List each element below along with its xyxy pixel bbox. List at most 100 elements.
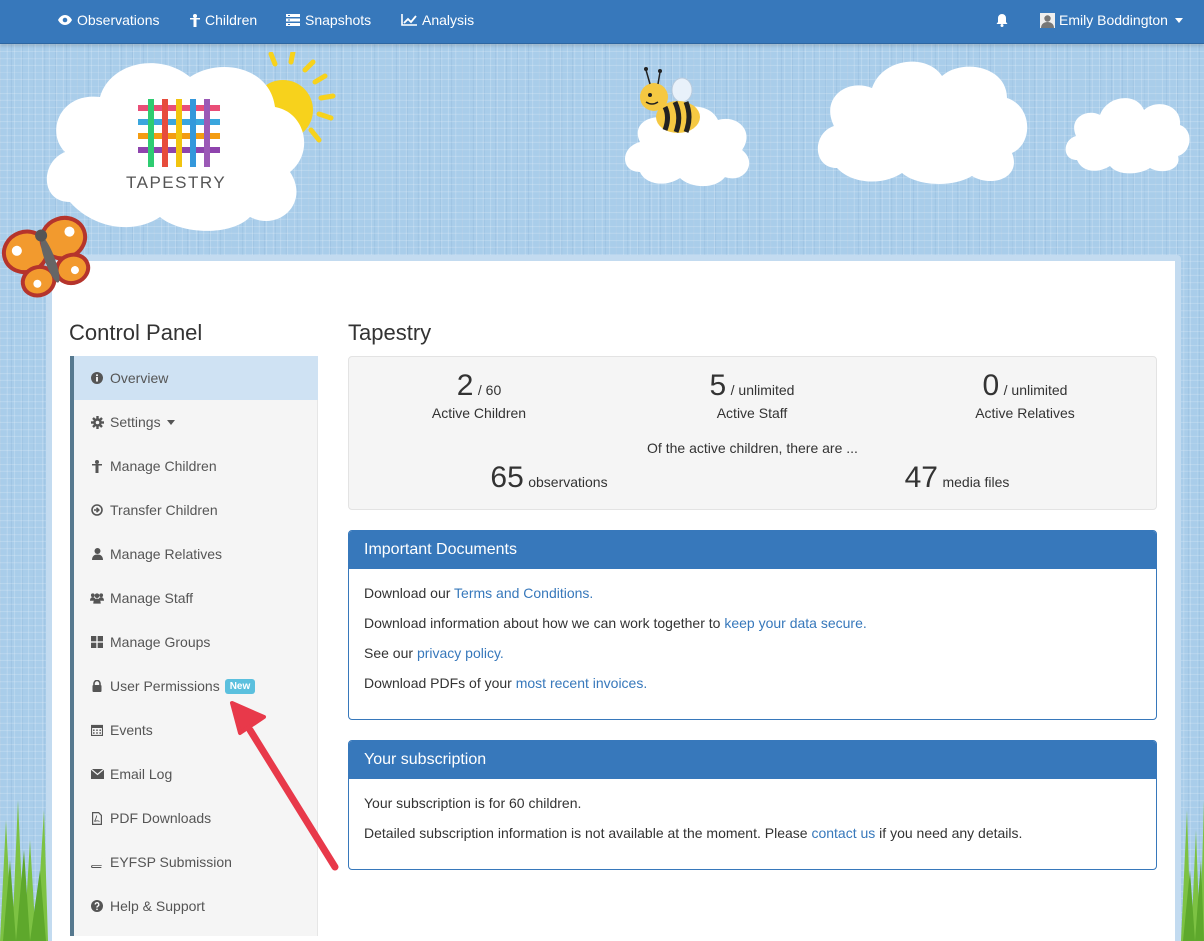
caret-down-icon (166, 419, 175, 425)
sidebar-item-manage-groups[interactable]: Manage Groups (74, 620, 318, 664)
calendar-icon (91, 724, 103, 736)
important-documents-card: Important Documents Download our Terms a… (348, 530, 1157, 720)
card-body: Download our Terms and Conditions. Downl… (349, 569, 1156, 691)
grass-right (1181, 800, 1204, 941)
stat-observations: 65 observations (449, 461, 649, 495)
stat-label: Active Children (431, 405, 527, 421)
stat-active-children: 2 / 60 Active Children (379, 369, 579, 421)
stat-label: Active Staff (716, 405, 788, 421)
sidebar-item-label: Manage Groups (110, 634, 211, 650)
grid-icon (91, 636, 103, 648)
nav-observations[interactable]: Observations (58, 0, 159, 40)
card-title: Your subscription (349, 741, 1156, 779)
caret-down-icon (1174, 17, 1183, 23)
stats-note: Of the active children, there are ... (647, 440, 858, 456)
stat-limit: / 60 (477, 382, 502, 398)
invoices-link[interactable]: most recent invoices. (516, 675, 648, 691)
bell-icon (996, 14, 1008, 27)
privacy-policy-link[interactable]: privacy policy. (417, 645, 504, 661)
users-icon (90, 593, 104, 604)
stat-active-relatives: 0 / unlimited Active Relatives (925, 369, 1125, 421)
doc-line: Download our Terms and Conditions. (364, 585, 594, 601)
bee-illustration (625, 67, 750, 187)
subscription-line: Detailed subscription information is not… (364, 825, 1023, 841)
sidebar-item-label: Manage Staff (110, 590, 194, 606)
sidebar-item-help-support[interactable]: Help & Support (74, 884, 318, 928)
tapestry-weave-icon (138, 99, 220, 167)
sidebar-item-label: EYFSP Submission (110, 854, 232, 870)
sidebar-item-label: Email Log (110, 766, 173, 782)
line-chart-icon (401, 14, 417, 26)
envelope-icon (90, 769, 104, 779)
page-title: Tapestry (348, 320, 432, 345)
stats-well: 2 / 60 Active Children 5 / unlimited Act… (348, 356, 1157, 510)
sidebar-item-manage-staff[interactable]: Manage Staff (74, 576, 318, 620)
card-title: Important Documents (349, 531, 1156, 569)
gear-icon (90, 415, 104, 429)
child-icon (92, 459, 102, 473)
sidebar-item-label: Transfer Children (110, 502, 218, 518)
sidebar-item-label: Help & Support (110, 898, 205, 914)
stat-value: 5 (709, 369, 727, 402)
arrow-circle-icon (91, 504, 103, 516)
cloud-far-right (1065, 98, 1190, 174)
sidebar-item-label: Manage Relatives (110, 546, 223, 562)
sidebar-item-label: PDF Downloads (110, 810, 212, 826)
sidebar-item-settings[interactable]: Settings (74, 400, 318, 444)
subscription-line: Your subscription is for 60 children. (364, 795, 582, 811)
avatar (1040, 12, 1055, 28)
subscription-card: Your subscription Your subscription is f… (348, 740, 1157, 870)
user-icon (91, 548, 103, 560)
stat-value: 2 (456, 369, 474, 402)
sidebar-item-label: Overview (110, 370, 169, 386)
nav-analysis[interactable]: Analysis (401, 0, 474, 40)
annotation-arrow (230, 701, 339, 871)
stat-active-staff: 5 / unlimited Active Staff (652, 369, 852, 421)
sidebar-item-label: Manage Children (110, 458, 217, 474)
nav-snapshots[interactable]: Snapshots (286, 0, 371, 40)
grass-left (0, 800, 48, 941)
sidebar-item-manage-relatives[interactable]: Manage Relatives (74, 532, 318, 576)
doc-line: Download PDFs of your most recent invoic… (364, 675, 648, 691)
stat-label: observations (528, 474, 608, 490)
card-body: Your subscription is for 60 children. De… (349, 779, 1156, 841)
sidebar-item-label: Events (110, 722, 153, 738)
new-badge: New (224, 678, 256, 694)
stat-value: 65 (490, 461, 524, 494)
stat-limit: / unlimited (730, 382, 795, 398)
contact-us-link[interactable]: contact us (811, 825, 875, 841)
list-icon (286, 14, 300, 26)
stat-value: 47 (904, 461, 938, 494)
user-menu[interactable]: Emily Boddington (1040, 0, 1188, 40)
data-security-link[interactable]: keep your data secure. (724, 615, 866, 631)
sidebar-item-label: User Permissions (110, 678, 220, 694)
stat-limit: / unlimited (1003, 382, 1068, 398)
tapestry-logo[interactable]: TAPESTRY (120, 95, 240, 205)
nav-children[interactable]: Children (190, 0, 257, 40)
doc-line: See our privacy policy. (364, 645, 504, 661)
doc-line: Download information about how we can wo… (364, 615, 867, 631)
pdf-file-icon (92, 811, 102, 825)
lock-icon (92, 680, 102, 692)
butterfly-illustration (1, 215, 91, 298)
sidebar-item-transfer-children[interactable]: Transfer Children (74, 488, 318, 532)
control-panel-title: Control Panel (69, 320, 203, 345)
cloud-right (817, 61, 1028, 184)
sidebar-item-label: Settings (110, 414, 161, 430)
notifications-bell[interactable] (995, 0, 1014, 40)
stat-media-files: 47 media files (857, 461, 1057, 495)
logo-text: TAPESTRY (126, 173, 227, 192)
info-circle-icon (91, 372, 103, 384)
book-icon (91, 856, 103, 868)
terms-link[interactable]: Terms and Conditions. (454, 585, 593, 601)
stat-label: Active Relatives (975, 405, 1075, 421)
question-circle-icon (91, 900, 103, 912)
stat-value: 0 (982, 369, 1000, 402)
child-icon (190, 13, 200, 27)
stat-label: media files (942, 474, 1010, 490)
top-navbar: Observations Children Snapshots Analysis… (0, 0, 1204, 44)
sidebar-item-manage-children[interactable]: Manage Children (74, 444, 318, 488)
sidebar-item-overview[interactable]: Overview (74, 356, 318, 400)
eye-icon (58, 15, 72, 25)
user-avatar-icon (1041, 14, 1054, 28)
